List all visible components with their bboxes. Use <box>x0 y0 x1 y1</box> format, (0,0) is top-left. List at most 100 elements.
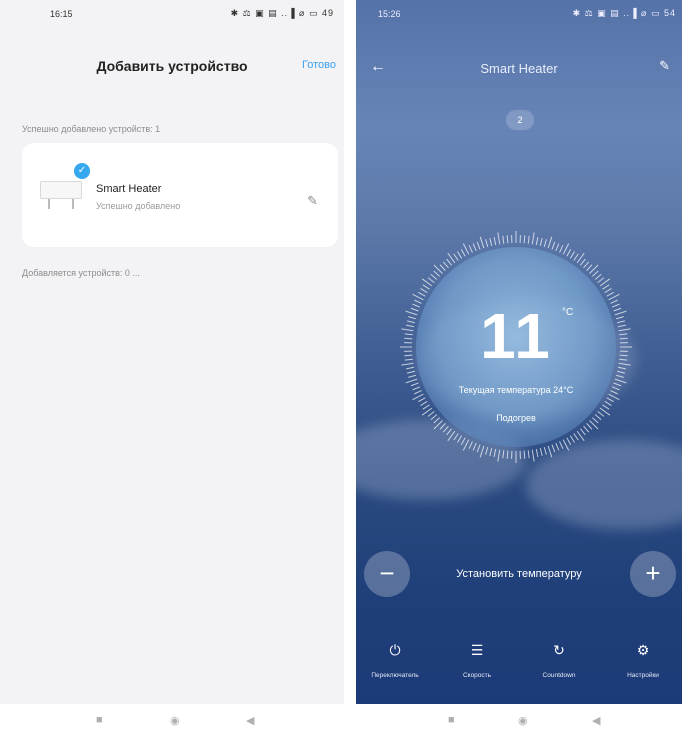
dial-tick <box>606 291 614 297</box>
system-nav-bar: ■ ◉ ◀ <box>356 704 682 736</box>
dial-tick <box>460 437 466 445</box>
status-time: 16:15 <box>50 9 73 19</box>
dial-tick <box>583 261 590 269</box>
dial-tick <box>476 444 481 453</box>
countdown-icon: ↻ <box>553 642 565 658</box>
dial-tick <box>594 273 602 280</box>
done-button[interactable]: Готово <box>302 59 336 71</box>
countdown-button[interactable]: ↻ Countdown <box>524 640 594 679</box>
dial-tick <box>476 241 481 250</box>
dial-tick <box>462 439 470 451</box>
device-name: Smart Heater <box>96 183 162 195</box>
dial-tick <box>523 235 526 244</box>
dial-tick <box>446 258 453 266</box>
dial-tick <box>539 237 543 246</box>
dial-tick <box>422 404 430 410</box>
dial-tick <box>457 251 463 259</box>
dial-tick <box>566 437 572 445</box>
status-bar: 15:26 ✱ ⚖ ▣ ▤ ..▐ ⌀ ▭ 54 <box>356 0 682 30</box>
dial-tick <box>442 261 449 269</box>
power-icon: ⏻ <box>389 642 401 658</box>
home-icon[interactable]: ◉ <box>170 714 180 727</box>
dial-tick <box>551 241 556 250</box>
home-icon[interactable]: ◉ <box>518 714 528 727</box>
dial-tick <box>535 448 539 457</box>
dial-tick <box>551 444 556 453</box>
dial-tick <box>433 270 440 277</box>
dial-tick <box>602 284 610 290</box>
dial-tick <box>586 423 593 430</box>
dial-tick <box>614 378 627 384</box>
level-badge: 2 <box>506 110 534 130</box>
dial-tick <box>405 378 418 384</box>
device-title: Smart Heater <box>480 61 558 76</box>
dial-tick <box>547 445 553 458</box>
status-bar: 16:15 ✱ ⚖ ▣ ▤ ..▐ ⌀ ▭ 49 <box>0 0 344 30</box>
dial-tick <box>531 232 535 245</box>
settings-button[interactable]: ⚙ Настройки <box>608 640 678 679</box>
dial-tick <box>586 264 593 271</box>
system-nav-bar: ■ ◉ ◀ <box>0 704 344 736</box>
settings-icon: ⚙ <box>636 642 650 658</box>
dial-tick <box>604 288 612 294</box>
settings-label: Настройки <box>627 672 659 679</box>
device-control-screen: 15:26 ✱ ⚖ ▣ ▤ ..▐ ⌀ ▭ 54 ← Smart Heater … <box>356 0 682 704</box>
dial-tick <box>446 428 453 436</box>
dial-tick <box>602 404 610 410</box>
dial-tick <box>472 243 477 252</box>
dial-tick <box>479 445 485 458</box>
bottom-toolbar: ⏻ Переключатель ☰ Скорость ↻ Countdown ⚙… <box>356 640 682 704</box>
increase-temperature-button[interactable]: + <box>630 551 676 597</box>
dial-tick <box>562 243 570 255</box>
set-temperature-value: 11 <box>480 300 552 372</box>
dial-tick <box>555 243 560 252</box>
dial-tick <box>472 442 477 451</box>
recent-apps-icon[interactable]: ■ <box>96 714 103 726</box>
status-time: 15:26 <box>378 9 401 19</box>
dial-tick <box>418 291 426 297</box>
temperature-dial[interactable]: 11 °C Текущая температура 24°C Подогрев <box>396 227 636 467</box>
dial-tick <box>457 435 463 443</box>
back-icon[interactable]: ◀ <box>592 714 600 727</box>
dial-tick <box>547 236 553 249</box>
dial-tick <box>583 425 590 433</box>
status-icons: ✱ ⚖ ▣ ▤ ..▐ ⌀ ▭ 54 <box>572 8 676 18</box>
dial-tick <box>523 450 526 459</box>
pencil-icon[interactable]: ✎ <box>659 58 670 74</box>
dial-tick <box>562 439 570 451</box>
dial-tick <box>592 270 599 277</box>
dial-tick <box>497 232 501 245</box>
dial-tick <box>468 441 473 449</box>
dial-tick <box>543 446 547 455</box>
dial-tick <box>493 448 497 457</box>
dial-tick <box>460 249 466 257</box>
dial-tick <box>573 253 579 261</box>
dial-tick <box>489 448 493 457</box>
dial-tick <box>569 435 575 443</box>
dial-tick <box>427 277 435 284</box>
dial-tick <box>430 273 438 280</box>
dial-tick <box>608 393 620 401</box>
dial-tick <box>506 450 509 459</box>
dial-tick <box>579 258 586 266</box>
dial-tick <box>442 425 449 433</box>
dial-tick <box>527 450 530 459</box>
pencil-icon[interactable]: ✎ <box>307 193 318 209</box>
dial-tick <box>506 235 509 244</box>
power-button[interactable]: ⏻ Переключатель <box>360 640 430 679</box>
dial-tick <box>502 235 505 244</box>
dial-tick <box>462 243 470 255</box>
status-icons: ✱ ⚖ ▣ ▤ ..▐ ⌀ ▭ 49 <box>230 8 334 18</box>
recent-apps-icon[interactable]: ■ <box>448 714 455 726</box>
device-card[interactable]: ✓ Smart Heater Успешно добавлено ✎ <box>22 143 338 247</box>
dial-tick <box>479 236 485 249</box>
dial-tick <box>559 245 564 253</box>
back-icon[interactable]: ◀ <box>246 714 254 727</box>
device-status: Успешно добавлено <box>96 201 181 211</box>
dial-tick <box>439 264 446 271</box>
current-temperature: Текущая температура 24°C <box>458 385 574 395</box>
dial-tick <box>485 446 489 455</box>
dial-tick <box>493 237 497 246</box>
speed-button[interactable]: ☰ Скорость <box>442 640 512 679</box>
dial-tick <box>497 449 501 462</box>
